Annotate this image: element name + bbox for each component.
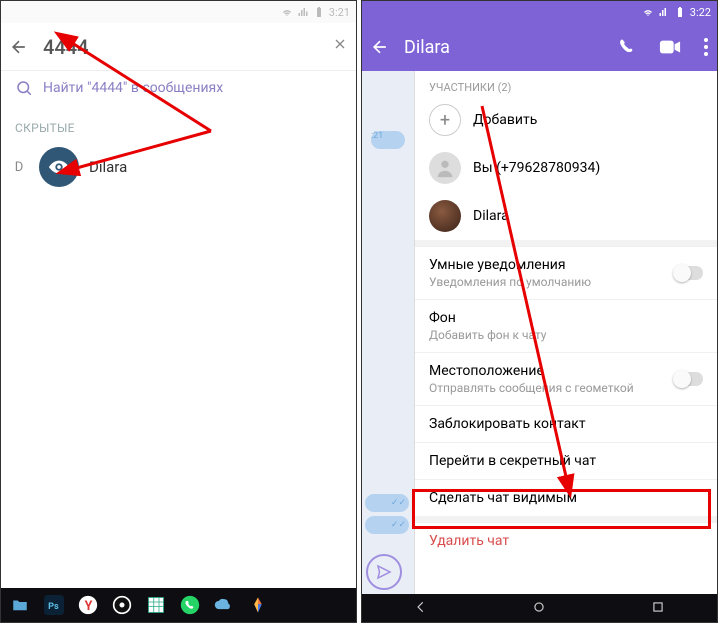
setting-title: Умные уведомления bbox=[429, 257, 566, 273]
battery-icon bbox=[674, 6, 686, 18]
add-label: Добавить bbox=[473, 112, 703, 128]
setting-subtitle: Отправлять сообщения с геометкой bbox=[429, 381, 673, 395]
setting-title: Удалить чат bbox=[429, 533, 703, 549]
chat-header: Dilara bbox=[362, 23, 717, 71]
chat-info-panel: УЧАСТНИКИ (2) + Добавить Вы (+7962878093… bbox=[414, 71, 717, 594]
call-button[interactable] bbox=[617, 37, 637, 57]
block-contact-row[interactable]: Заблокировать контакт bbox=[415, 405, 717, 442]
taskbar-app-circle[interactable] bbox=[107, 591, 137, 619]
background-row[interactable]: Фон Добавить фон к чату bbox=[415, 299, 717, 352]
toggle-switch[interactable] bbox=[673, 372, 703, 386]
search-header: 4444 bbox=[1, 23, 356, 71]
delete-chat-row[interactable]: Удалить чат bbox=[415, 522, 717, 559]
wifi-icon bbox=[281, 6, 293, 18]
search-query-input[interactable]: 4444 bbox=[43, 35, 318, 59]
setting-title: Фон bbox=[429, 310, 456, 326]
more-button[interactable] bbox=[703, 37, 709, 57]
taskbar-app-cloud[interactable] bbox=[209, 591, 239, 619]
participants-title: УЧАСТНИКИ (2) bbox=[415, 71, 717, 96]
compose-stub[interactable] bbox=[366, 554, 402, 590]
search-hint-text: Найти "4444" в сообщениях bbox=[43, 80, 223, 96]
back-button[interactable] bbox=[9, 37, 29, 57]
contact-name: Dilara bbox=[89, 158, 127, 176]
bg-time-stub: ✓✓ bbox=[365, 516, 409, 534]
signal-icon bbox=[297, 6, 309, 18]
chat-info-body: :21 ✓✓ ✓✓ УЧАСТНИКИ (2) + Добавить Вы (+… bbox=[362, 71, 717, 594]
make-visible-row[interactable]: Сделать чат видимым bbox=[415, 479, 717, 516]
contact-letter: D bbox=[9, 160, 29, 175]
svg-text:Ps: Ps bbox=[48, 602, 59, 612]
setting-subtitle: Добавить фон к чату bbox=[429, 328, 703, 342]
taskbar-app-sheets[interactable] bbox=[141, 591, 171, 619]
clear-button[interactable] bbox=[332, 36, 348, 57]
taskbar-app-colors[interactable] bbox=[243, 591, 273, 619]
hidden-eye-icon bbox=[39, 147, 79, 187]
chat-title: Dilara bbox=[404, 37, 595, 58]
toggle-switch[interactable] bbox=[673, 266, 703, 280]
wifi-icon bbox=[642, 6, 654, 18]
plus-icon: + bbox=[429, 104, 461, 136]
chat-background-strip: :21 ✓✓ ✓✓ bbox=[362, 71, 414, 594]
taskbar-app-whatsapp[interactable] bbox=[175, 591, 205, 619]
participant-me[interactable]: Вы (+79628780934) bbox=[415, 144, 717, 192]
taskbar-app-photoshop[interactable]: Ps bbox=[39, 591, 69, 619]
screen-chat-info: 3:22 Dilara :21 ✓✓ ✓✓ УЧАСТНИКИ ( bbox=[361, 0, 718, 623]
setting-subtitle: Уведомления по умолчанию bbox=[429, 275, 673, 289]
battery-icon bbox=[313, 6, 325, 18]
setting-title: Местоположение bbox=[429, 363, 544, 379]
taskbar-app-folder[interactable] bbox=[5, 591, 35, 619]
search-in-messages-row[interactable]: Найти "4444" в сообщениях bbox=[1, 71, 356, 105]
search-icon bbox=[15, 79, 33, 97]
nav-home-icon[interactable] bbox=[532, 599, 546, 618]
setting-title: Перейти в секретный чат bbox=[429, 453, 703, 469]
taskbar-app-yandex[interactable]: Y bbox=[73, 591, 103, 619]
hidden-section-label: СКРЫТЫЕ bbox=[1, 105, 356, 139]
screen-search: 3:21 4444 Найти "4444" в сообщениях СКРЫ… bbox=[0, 0, 357, 623]
hidden-contact-row[interactable]: D Dilara bbox=[1, 139, 356, 195]
back-button[interactable] bbox=[370, 37, 390, 57]
taskbar: Ps Y bbox=[1, 588, 356, 622]
avatar-placeholder-icon bbox=[429, 152, 461, 184]
secret-chat-row[interactable]: Перейти в секретный чат bbox=[415, 442, 717, 479]
signal-icon bbox=[658, 6, 670, 18]
setting-title: Заблокировать контакт bbox=[429, 416, 703, 432]
avatar bbox=[39, 147, 79, 187]
location-row[interactable]: Местоположение Отправлять сообщения с ге… bbox=[415, 352, 717, 405]
status-bar: 3:21 bbox=[1, 1, 356, 23]
svg-text:Y: Y bbox=[85, 599, 93, 614]
participant-me-label: Вы (+79628780934) bbox=[473, 160, 703, 176]
bg-time-stub: ✓✓ bbox=[365, 494, 409, 512]
participant-contact[interactable]: Dilara bbox=[415, 192, 717, 240]
smart-notifications-row[interactable]: Умные уведомления Уведомления по умолчан… bbox=[415, 246, 717, 299]
video-button[interactable] bbox=[659, 39, 681, 55]
status-time: 3:22 bbox=[690, 6, 711, 19]
android-nav-bar bbox=[362, 594, 717, 622]
setting-title: Сделать чат видимым bbox=[429, 490, 703, 506]
participant-name: Dilara bbox=[473, 208, 703, 224]
add-participant-row[interactable]: + Добавить bbox=[415, 96, 717, 144]
nav-recent-icon[interactable] bbox=[651, 599, 665, 618]
bg-time-stub: :21 bbox=[371, 131, 405, 149]
avatar bbox=[429, 200, 461, 232]
status-bar: 3:22 bbox=[362, 1, 717, 23]
status-time: 3:21 bbox=[329, 6, 350, 19]
nav-back-icon[interactable] bbox=[414, 599, 428, 618]
